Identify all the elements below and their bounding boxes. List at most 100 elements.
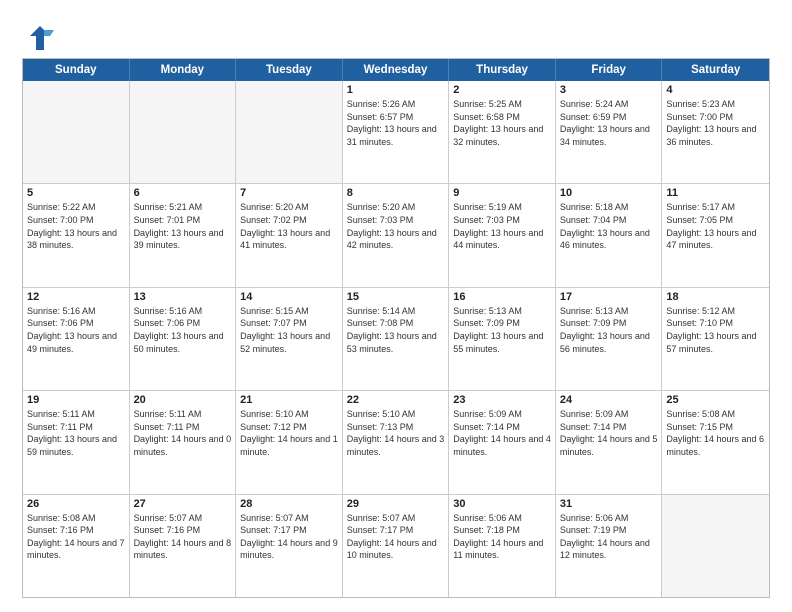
- header-day-sunday: Sunday: [23, 59, 130, 81]
- header-day-wednesday: Wednesday: [343, 59, 450, 81]
- day-cell-7: 7 Sunrise: 5:20 AM Sunset: 7:02 PM Daylig…: [236, 184, 343, 286]
- day-info: Sunrise: 5:07 AM Sunset: 7:16 PM Dayligh…: [134, 512, 232, 562]
- day-number: 18: [666, 291, 765, 303]
- day-info: Sunrise: 5:06 AM Sunset: 7:18 PM Dayligh…: [453, 512, 551, 562]
- calendar-header: SundayMondayTuesdayWednesdayThursdayFrid…: [23, 59, 769, 81]
- day-cell-30: 30 Sunrise: 5:06 AM Sunset: 7:18 PM Dayli…: [449, 495, 556, 597]
- day-info: Sunrise: 5:25 AM Sunset: 6:58 PM Dayligh…: [453, 98, 551, 148]
- day-number: 17: [560, 291, 658, 303]
- day-cell-12: 12 Sunrise: 5:16 AM Sunset: 7:06 PM Dayli…: [23, 288, 130, 390]
- day-number: 4: [666, 84, 765, 96]
- day-number: 21: [240, 394, 338, 406]
- day-info: Sunrise: 5:08 AM Sunset: 7:16 PM Dayligh…: [27, 512, 125, 562]
- header-day-monday: Monday: [130, 59, 237, 81]
- day-cell-2: 2 Sunrise: 5:25 AM Sunset: 6:58 PM Daylig…: [449, 81, 556, 183]
- day-number: 1: [347, 84, 445, 96]
- day-cell-13: 13Sunrise: 5:16 AM Sunset: 7:06 PM Dayli…: [130, 288, 237, 390]
- day-info: Sunrise: 5:12 AM Sunset: 7:10 PM Dayligh…: [666, 305, 765, 355]
- day-info: Sunrise: 5:18 AM Sunset: 7:04 PM Dayligh…: [560, 201, 658, 251]
- day-cell-24: 24Sunrise: 5:09 AM Sunset: 7:14 PM Dayli…: [556, 391, 663, 493]
- day-cell-5: 5 Sunrise: 5:22 AM Sunset: 7:00 PM Daylig…: [23, 184, 130, 286]
- day-number: 23: [453, 394, 551, 406]
- day-info: Sunrise: 5:24 AM Sunset: 6:59 PM Dayligh…: [560, 98, 658, 148]
- day-cell-18: 18 Sunrise: 5:12 AM Sunset: 7:10 PM Dayli…: [662, 288, 769, 390]
- day-info: Sunrise: 5:07 AM Sunset: 7:17 PM Dayligh…: [240, 512, 338, 562]
- page: SundayMondayTuesdayWednesdayThursdayFrid…: [0, 0, 792, 612]
- day-info: Sunrise: 5:15 AM Sunset: 7:07 PM Dayligh…: [240, 305, 338, 355]
- day-cell-20: 20Sunrise: 5:11 AM Sunset: 7:11 PM Dayli…: [130, 391, 237, 493]
- day-info: Sunrise: 5:11 AM Sunset: 7:11 PM Dayligh…: [27, 408, 125, 458]
- day-info: Sunrise: 5:10 AM Sunset: 7:12 PM Dayligh…: [240, 408, 338, 458]
- day-info: Sunrise: 5:19 AM Sunset: 7:03 PM Dayligh…: [453, 201, 551, 251]
- header: [22, 18, 770, 54]
- day-cell-3: 3Sunrise: 5:24 AM Sunset: 6:59 PM Daylig…: [556, 81, 663, 183]
- day-number: 9: [453, 187, 551, 199]
- day-cell-28: 28 Sunrise: 5:07 AM Sunset: 7:17 PM Dayli…: [236, 495, 343, 597]
- calendar-row-4: 26 Sunrise: 5:08 AM Sunset: 7:16 PM Dayli…: [23, 494, 769, 597]
- calendar-row-0: 1 Sunrise: 5:26 AM Sunset: 6:57 PM Daylig…: [23, 81, 769, 183]
- day-cell-empty: [130, 81, 237, 183]
- day-info: Sunrise: 5:20 AM Sunset: 7:02 PM Dayligh…: [240, 201, 338, 251]
- day-info: Sunrise: 5:21 AM Sunset: 7:01 PM Dayligh…: [134, 201, 232, 251]
- day-cell-27: 27 Sunrise: 5:07 AM Sunset: 7:16 PM Dayli…: [130, 495, 237, 597]
- day-cell-empty: [236, 81, 343, 183]
- day-info: Sunrise: 5:17 AM Sunset: 7:05 PM Dayligh…: [666, 201, 765, 251]
- day-number: 28: [240, 498, 338, 510]
- day-number: 14: [240, 291, 338, 303]
- day-info: Sunrise: 5:06 AM Sunset: 7:19 PM Dayligh…: [560, 512, 658, 562]
- calendar-row-3: 19Sunrise: 5:11 AM Sunset: 7:11 PM Dayli…: [23, 390, 769, 493]
- logo: [22, 22, 58, 54]
- calendar-body: 1 Sunrise: 5:26 AM Sunset: 6:57 PM Daylig…: [23, 81, 769, 597]
- day-info: Sunrise: 5:16 AM Sunset: 7:06 PM Dayligh…: [27, 305, 125, 355]
- day-info: Sunrise: 5:13 AM Sunset: 7:09 PM Dayligh…: [560, 305, 658, 355]
- day-number: 13: [134, 291, 232, 303]
- day-number: 29: [347, 498, 445, 510]
- day-number: 31: [560, 498, 658, 510]
- day-cell-1: 1 Sunrise: 5:26 AM Sunset: 6:57 PM Daylig…: [343, 81, 450, 183]
- day-cell-15: 15Sunrise: 5:14 AM Sunset: 7:08 PM Dayli…: [343, 288, 450, 390]
- day-number: 16: [453, 291, 551, 303]
- header-day-friday: Friday: [556, 59, 663, 81]
- calendar-row-2: 12 Sunrise: 5:16 AM Sunset: 7:06 PM Dayli…: [23, 287, 769, 390]
- day-cell-31: 31 Sunrise: 5:06 AM Sunset: 7:19 PM Dayli…: [556, 495, 663, 597]
- day-cell-29: 29 Sunrise: 5:07 AM Sunset: 7:17 PM Dayli…: [343, 495, 450, 597]
- day-number: 7: [240, 187, 338, 199]
- day-number: 6: [134, 187, 232, 199]
- day-info: Sunrise: 5:07 AM Sunset: 7:17 PM Dayligh…: [347, 512, 445, 562]
- day-cell-10: 10 Sunrise: 5:18 AM Sunset: 7:04 PM Dayli…: [556, 184, 663, 286]
- day-number: 30: [453, 498, 551, 510]
- day-info: Sunrise: 5:09 AM Sunset: 7:14 PM Dayligh…: [453, 408, 551, 458]
- day-number: 25: [666, 394, 765, 406]
- day-number: 20: [134, 394, 232, 406]
- calendar-row-1: 5 Sunrise: 5:22 AM Sunset: 7:00 PM Daylig…: [23, 183, 769, 286]
- day-cell-16: 16Sunrise: 5:13 AM Sunset: 7:09 PM Dayli…: [449, 288, 556, 390]
- day-cell-23: 23 Sunrise: 5:09 AM Sunset: 7:14 PM Dayli…: [449, 391, 556, 493]
- day-info: Sunrise: 5:20 AM Sunset: 7:03 PM Dayligh…: [347, 201, 445, 251]
- day-number: 27: [134, 498, 232, 510]
- day-cell-11: 11 Sunrise: 5:17 AM Sunset: 7:05 PM Dayli…: [662, 184, 769, 286]
- day-number: 8: [347, 187, 445, 199]
- day-number: 26: [27, 498, 125, 510]
- day-number: 10: [560, 187, 658, 199]
- day-number: 11: [666, 187, 765, 199]
- day-info: Sunrise: 5:26 AM Sunset: 6:57 PM Dayligh…: [347, 98, 445, 148]
- day-number: 15: [347, 291, 445, 303]
- header-day-tuesday: Tuesday: [236, 59, 343, 81]
- day-cell-9: 9 Sunrise: 5:19 AM Sunset: 7:03 PM Daylig…: [449, 184, 556, 286]
- day-cell-21: 21 Sunrise: 5:10 AM Sunset: 7:12 PM Dayli…: [236, 391, 343, 493]
- day-number: 5: [27, 187, 125, 199]
- day-cell-22: 22Sunrise: 5:10 AM Sunset: 7:13 PM Dayli…: [343, 391, 450, 493]
- day-info: Sunrise: 5:22 AM Sunset: 7:00 PM Dayligh…: [27, 201, 125, 251]
- header-day-thursday: Thursday: [449, 59, 556, 81]
- day-cell-17: 17 Sunrise: 5:13 AM Sunset: 7:09 PM Dayli…: [556, 288, 663, 390]
- day-info: Sunrise: 5:23 AM Sunset: 7:00 PM Dayligh…: [666, 98, 765, 148]
- day-cell-19: 19Sunrise: 5:11 AM Sunset: 7:11 PM Dayli…: [23, 391, 130, 493]
- day-cell-4: 4 Sunrise: 5:23 AM Sunset: 7:00 PM Daylig…: [662, 81, 769, 183]
- day-info: Sunrise: 5:08 AM Sunset: 7:15 PM Dayligh…: [666, 408, 765, 458]
- day-cell-26: 26 Sunrise: 5:08 AM Sunset: 7:16 PM Dayli…: [23, 495, 130, 597]
- day-number: 12: [27, 291, 125, 303]
- day-number: 24: [560, 394, 658, 406]
- day-cell-25: 25 Sunrise: 5:08 AM Sunset: 7:15 PM Dayli…: [662, 391, 769, 493]
- day-number: 2: [453, 84, 551, 96]
- logo-icon: [22, 22, 54, 54]
